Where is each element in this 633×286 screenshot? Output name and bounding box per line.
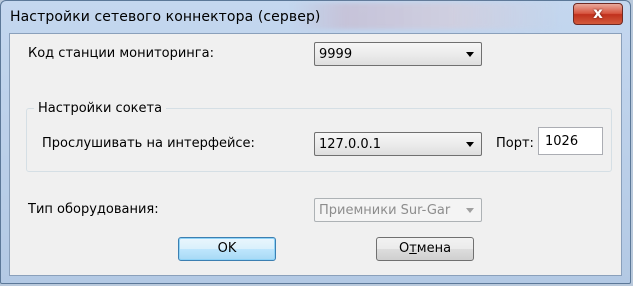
close-button[interactable]: x	[573, 3, 623, 25]
equipment-type-label: Тип оборудования:	[28, 202, 159, 217]
station-code-combobox[interactable]: 9999	[314, 42, 482, 66]
cancel-mnemonic-letter: т	[409, 241, 417, 256]
dialog-window: Настройки сетевого коннектора (сервер) x…	[0, 0, 631, 284]
station-code-value: 9999	[319, 47, 353, 62]
port-value: 1026	[545, 134, 579, 149]
equipment-type-combobox[interactable]: Приемники Sur-Gar	[314, 198, 482, 222]
port-field[interactable]: 1026	[538, 127, 603, 155]
dialog-client-area: Код станции мониторинга: 9999 Настройки …	[9, 33, 622, 276]
background-window-blur	[291, 3, 561, 29]
cancel-button[interactable]: Отмена	[376, 237, 474, 261]
window-title: Настройки сетевого коннектора (сервер)	[10, 9, 321, 25]
cancel-label-suffix: мена	[416, 241, 452, 256]
chevron-down-icon	[466, 142, 474, 147]
station-code-label: Код станции мониторинга:	[28, 46, 214, 61]
interface-value: 127.0.0.1	[319, 137, 382, 152]
ok-button[interactable]: OK	[178, 237, 276, 261]
title-bar[interactable]: Настройки сетевого коннектора (сервер) x	[1, 1, 630, 33]
equipment-type-value: Приемники Sur-Gar	[319, 203, 451, 218]
chevron-down-icon	[466, 208, 474, 213]
cancel-label-prefix: О	[398, 241, 410, 256]
socket-settings-legend: Настройки сокета	[34, 101, 167, 116]
chevron-down-icon	[466, 52, 474, 57]
close-icon: x	[593, 4, 603, 22]
interface-combobox[interactable]: 127.0.0.1	[314, 132, 482, 156]
port-label: Порт:	[496, 136, 534, 151]
interface-label: Прослушивать на интерфейсе:	[42, 136, 255, 151]
